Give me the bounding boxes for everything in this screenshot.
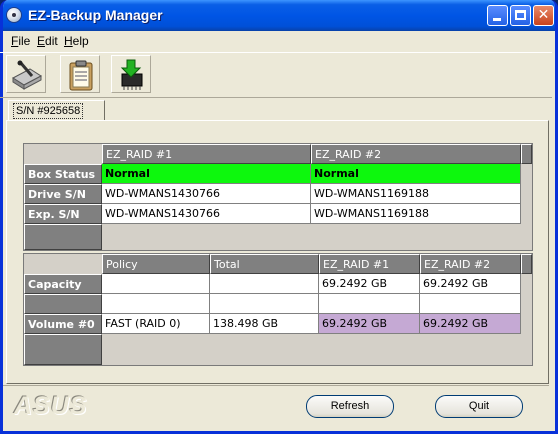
col-header-filler [521,144,532,164]
capacity-cell[interactable]: 69.2492 GB [420,274,521,294]
refresh-button[interactable]: Refresh [306,395,394,418]
corner-cell [24,254,102,274]
drive-sn-cell[interactable]: WD-WMANS1430766 [102,184,311,204]
drive-sn-cell[interactable]: WD-WMANS1169188 [311,184,521,204]
row-header-capacity: Capacity [24,274,102,294]
policy-cell[interactable]: FAST (RAID 0) [102,314,210,334]
window-title: EZ-Backup Manager [28,7,163,23]
row-header-empty [24,224,102,250]
tab-device-serial[interactable]: S/N #925658 [8,100,105,121]
volume-raid1-cell[interactable]: 69.2492 GB [319,314,420,334]
asus-logo: ASUS [14,392,88,420]
volume-raid2-cell[interactable]: 69.2492 GB [420,314,521,334]
menu-help[interactable]: Help [64,34,89,48]
close-button[interactable]: ✕ [533,5,554,26]
col-header-raid2: EZ_RAID #2 [420,254,521,274]
total-cell[interactable] [210,274,319,294]
exp-sn-cell[interactable]: WD-WMANS1430766 [102,204,311,224]
col-header-raid2: EZ_RAID #2 [311,144,521,164]
maximize-button[interactable] [510,5,531,26]
col-header-raid1: EZ_RAID #1 [319,254,420,274]
clipboard-button[interactable] [60,55,100,93]
policy-cell[interactable] [102,274,210,294]
col-header-filler [521,254,532,274]
minimize-button[interactable] [487,5,508,26]
title-bar[interactable]: EZ-Backup Manager ✕ [3,0,555,31]
download-button[interactable] [111,55,151,93]
menu-bar: File Edit Help [0,31,552,51]
status-cell[interactable]: Normal [102,164,311,184]
maximize-icon [515,10,526,20]
quit-button[interactable]: Quit [435,395,523,418]
app-icon[interactable] [6,7,22,23]
blank-cell[interactable] [210,294,319,314]
status-cell[interactable]: Normal [311,164,521,184]
row-header-volume-0: Volume #0 [24,314,102,334]
blank-cell[interactable] [420,294,521,314]
download-chip-icon [120,59,143,90]
drive-scan-button[interactable] [6,55,46,93]
minimize-icon [493,18,501,21]
blank-cell[interactable] [319,294,420,314]
row-header-empty [24,334,102,365]
row-header-box-status: Box Status [24,164,102,184]
blank-cell[interactable] [102,294,210,314]
capacity-cell[interactable]: 69.2492 GB [319,274,420,294]
drive-scan-icon [12,60,42,90]
volume-grid: Policy Total EZ_RAID #1 EZ_RAID #2 Capac… [23,253,533,366]
close-icon: ✕ [537,7,550,23]
toolbar [0,52,552,98]
menu-edit[interactable]: Edit [37,34,58,48]
row-header-exp-sn: Exp. S/N [24,204,102,224]
corner-cell [24,144,102,164]
col-header-policy: Policy [102,254,210,274]
col-header-raid1: EZ_RAID #1 [102,144,311,164]
clipboard-icon [69,60,93,91]
row-header-blank [24,294,102,314]
status-grid: EZ_RAID #1 EZ_RAID #2 Box Status Normal … [23,143,533,251]
total-cell[interactable]: 138.498 GB [210,314,319,334]
tab-label: S/N #925658 [13,103,84,119]
menu-file[interactable]: File [11,34,30,48]
col-header-total: Total [210,254,319,274]
exp-sn-cell[interactable]: WD-WMANS1169188 [311,204,521,224]
row-header-drive-sn: Drive S/N [24,184,102,204]
